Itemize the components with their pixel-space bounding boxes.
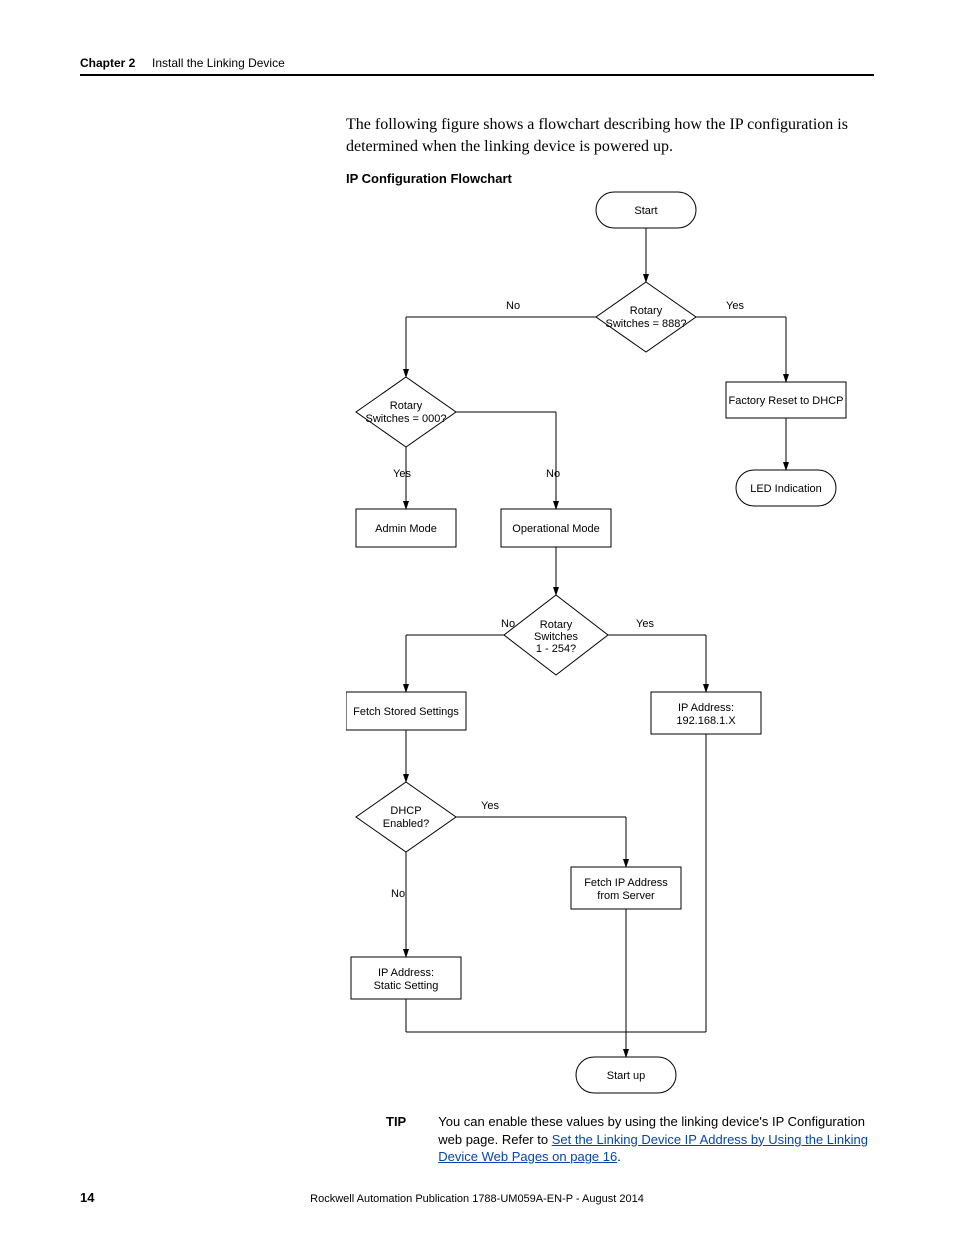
node-ip-static-l2: Static Setting (374, 980, 439, 992)
edge-yes-2: Yes (393, 468, 411, 480)
node-factory-reset-label: Factory Reset to DHCP (729, 395, 844, 407)
node-rotary-1-254-l3: 1 - 254? (536, 643, 576, 655)
node-ip-static-l1: IP Address: (378, 967, 434, 979)
edge-no-1: No (506, 300, 520, 312)
node-rotary-1-254-l1: Rotary (540, 619, 573, 631)
tip-block: TIP You can enable these values by using… (386, 1113, 874, 1166)
edge-no-4: No (391, 888, 405, 900)
node-rotary-000-label-2: Switches = 000? (365, 413, 446, 425)
node-rotary-000-label-1: Rotary (390, 400, 423, 412)
node-dhcp-l1: DHCP (390, 805, 421, 817)
chapter-title: Install the Linking Device (152, 56, 285, 70)
edge-no-2: No (546, 468, 560, 480)
edge-yes-1: Yes (726, 300, 744, 312)
edge-yes-3: Yes (636, 618, 654, 630)
tip-label: TIP (386, 1113, 406, 1166)
node-ip-192-l1: IP Address: (678, 702, 734, 714)
node-dhcp-l2: Enabled? (383, 818, 430, 830)
chapter-label: Chapter 2 (80, 56, 135, 70)
node-rotary-888-label-1: Rotary (630, 305, 663, 317)
node-ip-192-l2: 192.168.1.X (676, 715, 736, 727)
node-rotary-1-254-l2: Switches (534, 631, 579, 643)
node-rotary-888-label-2: Switches = 888? (605, 318, 686, 330)
tip-body: You can enable these values by using the… (438, 1113, 874, 1166)
node-fetch-stored-label: Fetch Stored Settings (353, 706, 459, 718)
page-header: Chapter 2 Install the Linking Device (80, 56, 874, 76)
node-fetch-server-l1: Fetch IP Address (584, 877, 668, 889)
node-operational-label: Operational Mode (512, 523, 599, 535)
node-led-label: LED Indication (750, 483, 822, 495)
node-fetch-server-l2: from Server (597, 890, 655, 902)
publication-line: Rockwell Automation Publication 1788-UM0… (0, 1193, 954, 1205)
flowchart-title: IP Configuration Flowchart (346, 171, 512, 186)
edge-yes-4: Yes (481, 800, 499, 812)
node-admin-label: Admin Mode (375, 523, 437, 535)
node-start-label: Start (634, 205, 657, 217)
node-startup-label: Start up (607, 1070, 646, 1082)
intro-paragraph: The following figure shows a flowchart d… (346, 114, 874, 157)
flowchart: Start Rotary Switches = 888? Yes Factory… (346, 187, 876, 1107)
edge-no-3: No (501, 618, 515, 630)
tip-text-after: . (617, 1149, 621, 1164)
